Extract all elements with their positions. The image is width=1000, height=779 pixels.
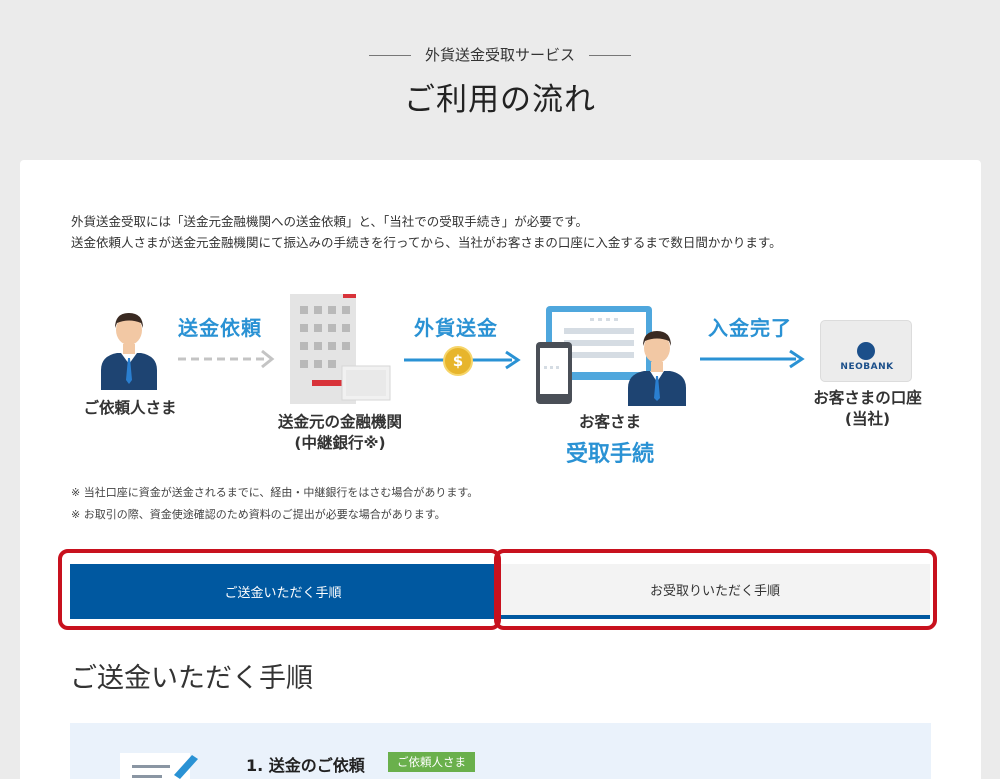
sender-bank-label-line: 送金元の金融機関	[277, 413, 402, 431]
document-pen-icon	[120, 753, 198, 779]
requester-label: ご依頼人さま	[83, 399, 177, 417]
divider	[368, 55, 411, 56]
deposit-arrow-icon	[700, 349, 805, 369]
note-item: ※ 当社口座に資金が送金されるまでに、経由・中継銀行をはさむ場合があります。	[71, 486, 479, 499]
page-subtitle-row: 外貨送金受取サービス	[0, 44, 1000, 65]
sender-bank-label-line: (中継銀行※)	[294, 434, 386, 452]
requester-person-icon	[101, 313, 157, 390]
divider	[589, 55, 631, 56]
bank-card-logo-text: NEOBANK	[840, 362, 894, 372]
tab-send-procedure[interactable]: ご送金いただく手順	[70, 564, 496, 619]
customer-devices-icon	[536, 306, 686, 406]
page-title: ご利用の流れ	[404, 82, 596, 118]
customer-account-label-line: (当社)	[844, 410, 891, 428]
procedure-step-box	[70, 723, 931, 779]
step-label-foreign-remittance: 外貨送金	[414, 316, 498, 340]
step-label-remittance-request: 送金依頼	[178, 316, 262, 340]
intro-line: 外貨送金受取には「送金元金融機関への送金依頼」と、「当社での受取手続き」が必要で…	[71, 214, 589, 229]
requester-badge: ご依頼人さま	[388, 752, 475, 772]
customer-account-label: お客さまの口座 (当社)	[795, 388, 940, 430]
note-item: ※ お取引の際、資金使途確認のため資料のご提出が必要な場合があります。	[71, 508, 446, 521]
page-subtitle: 外貨送金受取サービス	[424, 46, 575, 64]
step-label-deposit-complete: 入金完了	[708, 316, 792, 340]
receive-procedure-label: 受取手続	[565, 442, 654, 467]
bank-card-icon: NEOBANK	[820, 320, 912, 382]
intro-text: 外貨送金受取には「送金元金融機関への送金依頼」と、「当社での受取手続き」が必要で…	[71, 211, 782, 253]
sender-bank-label: 送金元の金融機関 (中継銀行※)	[245, 412, 435, 454]
bank-building-icon	[290, 294, 391, 404]
intro-line: 送金依頼人さまが送金元金融機関にて振込みの手続きを行ってから、当社がお客さまの口…	[71, 235, 782, 250]
notes: ※ 当社口座に資金が送金されるまでに、経由・中継銀行をはさむ場合があります。 ※…	[71, 482, 478, 526]
coin-icon: $	[443, 346, 473, 376]
procedure-step-title: 1. 送金のご依頼	[246, 756, 365, 775]
flow-diagram: ご依頼人さま 送金依頼 送金元の金融機関 (中継銀行※) 外貨送金 $ お客さま…	[60, 290, 940, 470]
section-title: ご送金いただく手順	[70, 663, 313, 694]
customer-account-label-line: お客さまの口座	[813, 389, 922, 407]
dashed-arrow-icon	[178, 349, 275, 369]
bank-logo-mark-icon	[857, 342, 875, 360]
customer-label: お客さま	[578, 413, 641, 431]
tab-receive-procedure[interactable]: お受取りいただく手順	[500, 564, 930, 619]
